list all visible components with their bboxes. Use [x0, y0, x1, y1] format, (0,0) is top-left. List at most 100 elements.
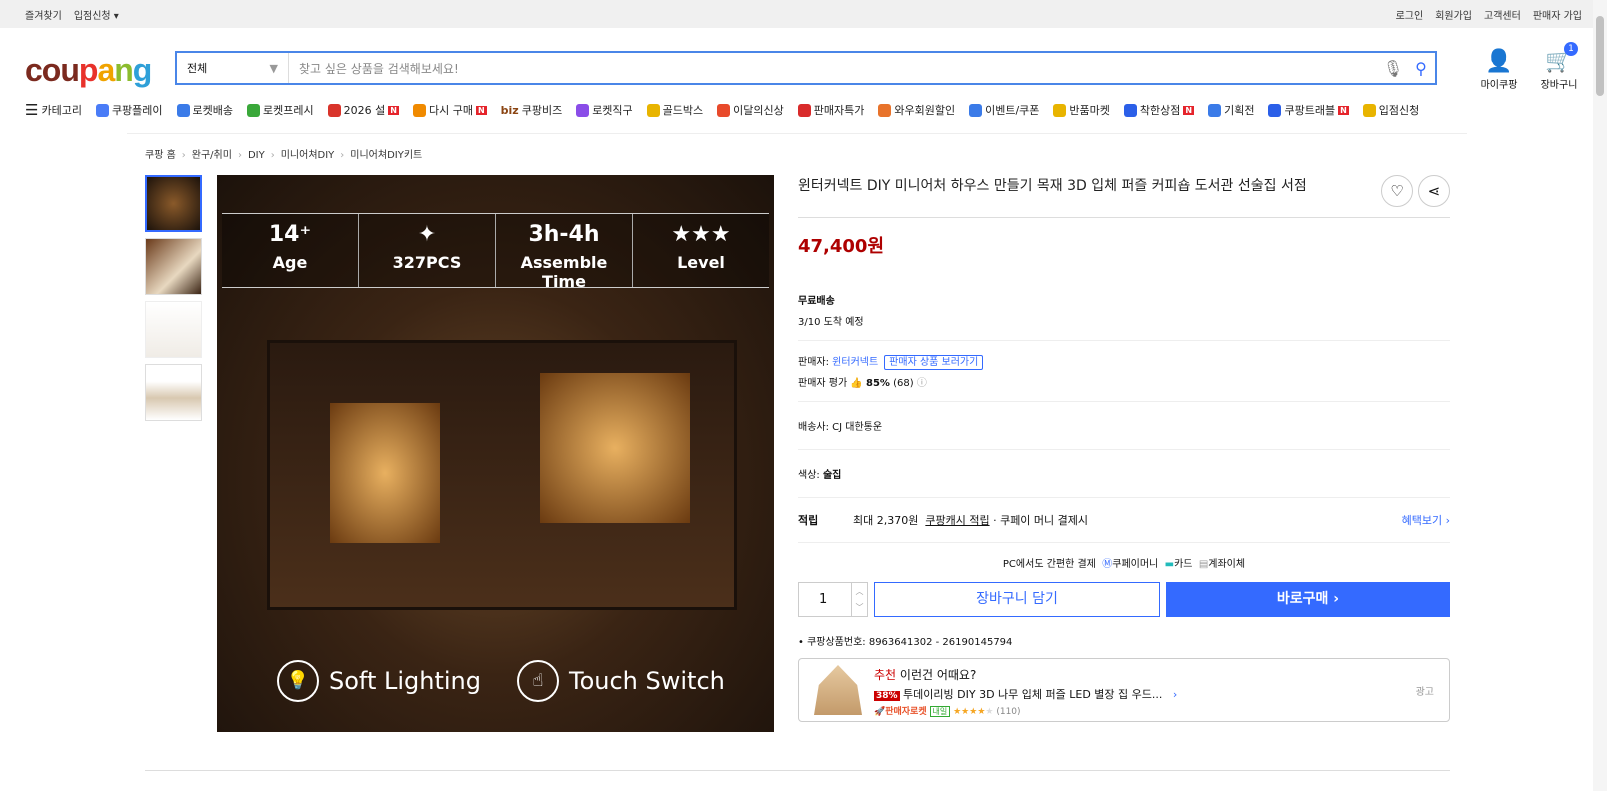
recommendation-card[interactable]: 추천 이런건 어때요? 38% 투데이리빙 DIY 3D 나무 입체 퍼즐 LE…	[798, 658, 1450, 722]
pay-coupay: 쿠페이머니	[1112, 559, 1159, 570]
nav-item[interactable]: 와우회원할인	[878, 102, 955, 118]
cart-count-badge: 1	[1564, 42, 1578, 56]
coupay-icon: Ⓜ	[1102, 559, 1113, 570]
nav-label: 이벤트/쿠폰	[985, 104, 1040, 117]
thumbnail[interactable]	[145, 301, 202, 358]
mypage-button[interactable]: 👤 마이쿠팡	[1474, 48, 1524, 91]
thumbnail[interactable]	[145, 364, 202, 421]
star-icon: ★★★	[671, 222, 731, 247]
search-bar: 전체 ▼ 찾고 싶은 상품을 검색해보세요! 🎙 ⚲	[175, 51, 1437, 85]
nav-item[interactable]: 착한상점 N	[1123, 102, 1195, 118]
pay-bank: 계좌이체	[1208, 559, 1246, 570]
nav-icon	[646, 103, 660, 117]
quantity-stepper[interactable]: 1 ︿ ﹀	[798, 582, 868, 617]
nav-label: 입점신청	[1378, 104, 1420, 117]
coupang-logo[interactable]: coupang	[25, 52, 152, 89]
share-icon[interactable]: ⋖	[1418, 175, 1450, 207]
nav-label: 카테고리	[41, 104, 82, 117]
thumbnail[interactable]	[145, 175, 202, 232]
product-main-image[interactable]: 14⁺ Age ✦ 327PCS 3h-4h Assemble Time ★★★ Lev…	[217, 175, 774, 732]
seller-apply-menu[interactable]: 입점신청 ▾	[74, 11, 119, 22]
bulb-icon: 💡	[277, 660, 319, 702]
courier: 배송사: CJ 대한통운	[798, 402, 1450, 450]
nav-item[interactable]: 2026 설N	[327, 102, 399, 118]
new-badge: N	[1183, 105, 1195, 115]
coupang-cash-link[interactable]: 쿠팡캐시 적립	[925, 512, 989, 528]
product-number: 쿠팡상품번호: 8963641302 - 26190145794	[807, 637, 1013, 648]
nav-icon	[878, 103, 892, 117]
nav-item[interactable]: 골드박스	[646, 102, 704, 118]
seller-signup-link[interactable]: 판매자 가입	[1533, 11, 1582, 22]
nav-label: 착한상점	[1139, 104, 1181, 117]
thumbnail[interactable]	[145, 238, 202, 295]
nav-icon	[95, 103, 109, 117]
nav-icon: biz	[500, 103, 519, 117]
nav-item[interactable]: 쿠팡트래블 N	[1268, 102, 1349, 118]
nav-item[interactable]: 기획전	[1208, 102, 1254, 118]
add-to-cart-button[interactable]: 장바구니 담기	[874, 582, 1160, 617]
nav-item[interactable]: 다시 구매 N	[412, 102, 487, 118]
signup-link[interactable]: 회원가입	[1435, 11, 1472, 22]
bookmark-link[interactable]: 즐겨찾기	[25, 11, 62, 22]
chevron-down-icon: ▼	[269, 61, 278, 75]
search-icon[interactable]: ⚲	[1407, 59, 1435, 78]
nav-icon	[1123, 103, 1137, 117]
nav-item[interactable]: 이달의신상	[717, 102, 784, 118]
payment-methods: PC에서도 간편한 결제 Ⓜ쿠페이머니 ▬카드 ▤계좌이체	[798, 543, 1450, 582]
nav-icon	[412, 103, 426, 117]
divider	[127, 133, 1467, 134]
search-category-select[interactable]: 전체 ▼	[177, 53, 289, 83]
breadcrumb-item[interactable]: DIY	[248, 150, 265, 161]
scrollbar-thumb[interactable]	[1596, 16, 1604, 96]
top-utility-bar: 즐겨찾기 입점신청 ▾ 로그인 회원가입 고객센터 판매자 가입	[0, 0, 1607, 28]
nav-label: 골드박스	[662, 104, 704, 117]
nav-item[interactable]: ☰ 카테고리	[25, 101, 82, 119]
quantity-value[interactable]: 1	[819, 592, 827, 607]
breadcrumb-item[interactable]: 완구/취미	[192, 150, 232, 161]
breadcrumb-item[interactable]: 미니어쳐DIY키트	[350, 150, 422, 161]
breadcrumb-item[interactable]: 쿠팡 홈	[145, 150, 176, 161]
cart-button[interactable]: 🛒 1 장바구니	[1534, 42, 1584, 91]
spec-level: ★★★ Level	[633, 214, 769, 287]
mypage-label: 마이쿠팡	[1480, 80, 1518, 91]
user-icon: 👤	[1485, 49, 1513, 74]
nav-item[interactable]: 쿠팡플레이	[95, 102, 163, 118]
scrollbar[interactable]	[1593, 0, 1607, 791]
buy-now-button[interactable]: 바로구매 ›	[1166, 582, 1450, 617]
feature-touch-switch: ☝ Touch Switch	[517, 660, 725, 702]
nav-icon	[1208, 103, 1222, 117]
info-icon[interactable]: ⓘ	[917, 378, 927, 389]
breadcrumb-item[interactable]: 미니어쳐DIY	[281, 150, 335, 161]
nav-item[interactable]: 로켓배송	[176, 102, 233, 118]
nav-item[interactable]: 판매자특가	[797, 102, 864, 118]
seller-products-tooltip[interactable]: 판매자 상품 보러가기	[884, 355, 984, 370]
nav-item[interactable]: biz 쿠팡비즈	[501, 102, 563, 118]
nav-label: 로켓프레시	[263, 104, 314, 117]
nav-item[interactable]: 로켓직구	[576, 102, 633, 118]
spec-banner: 14⁺ Age ✦ 327PCS 3h-4h Assemble Time ★★★ Lev…	[222, 213, 769, 291]
increase-icon[interactable]: ︿	[852, 586, 867, 597]
points-condition: · 쿠페이 머니 결제시	[993, 514, 1089, 527]
recommended-product-image	[814, 665, 862, 715]
search-input[interactable]: 찾고 싶은 상품을 검색해보세요!	[289, 60, 1379, 77]
feature-soft-lighting: 💡 Soft Lighting	[277, 660, 481, 702]
nav-label: 2026 설	[343, 104, 386, 117]
benefit-link[interactable]: 혜택보기 ›	[1402, 512, 1450, 528]
product-info: 윈터커넥트 DIY 미니어처 하우스 만들기 목재 3D 입체 퍼즐 커피숍 도…	[798, 175, 1450, 722]
chevron-right-icon[interactable]: ›	[1173, 688, 1177, 701]
new-badge: N	[475, 105, 487, 115]
login-link[interactable]: 로그인	[1396, 11, 1424, 22]
nav-item[interactable]: 입점신청	[1362, 102, 1420, 118]
puzzle-icon: ✦	[417, 222, 437, 247]
nav-label: 반품마켓	[1069, 104, 1110, 117]
nav-item[interactable]: 반품마켓	[1053, 102, 1110, 118]
seller-link[interactable]: 윈터커넥트	[832, 357, 878, 368]
microphone-icon[interactable]: 🎙	[1379, 59, 1407, 78]
favorite-heart-icon[interactable]: ♡	[1381, 175, 1413, 207]
seller-rating-label: 판매자 평가	[798, 378, 848, 389]
customer-center-link[interactable]: 고객센터	[1484, 11, 1521, 22]
nav-item[interactable]: 로켓프레시	[247, 102, 314, 118]
decrease-icon[interactable]: ﹀	[852, 602, 867, 613]
nav-item[interactable]: 이벤트/쿠폰	[969, 102, 1039, 118]
rec-product-name[interactable]: 투데이리빙 DIY 3D 나무 입체 퍼즐 LED 별장 집 우드...	[903, 688, 1162, 701]
